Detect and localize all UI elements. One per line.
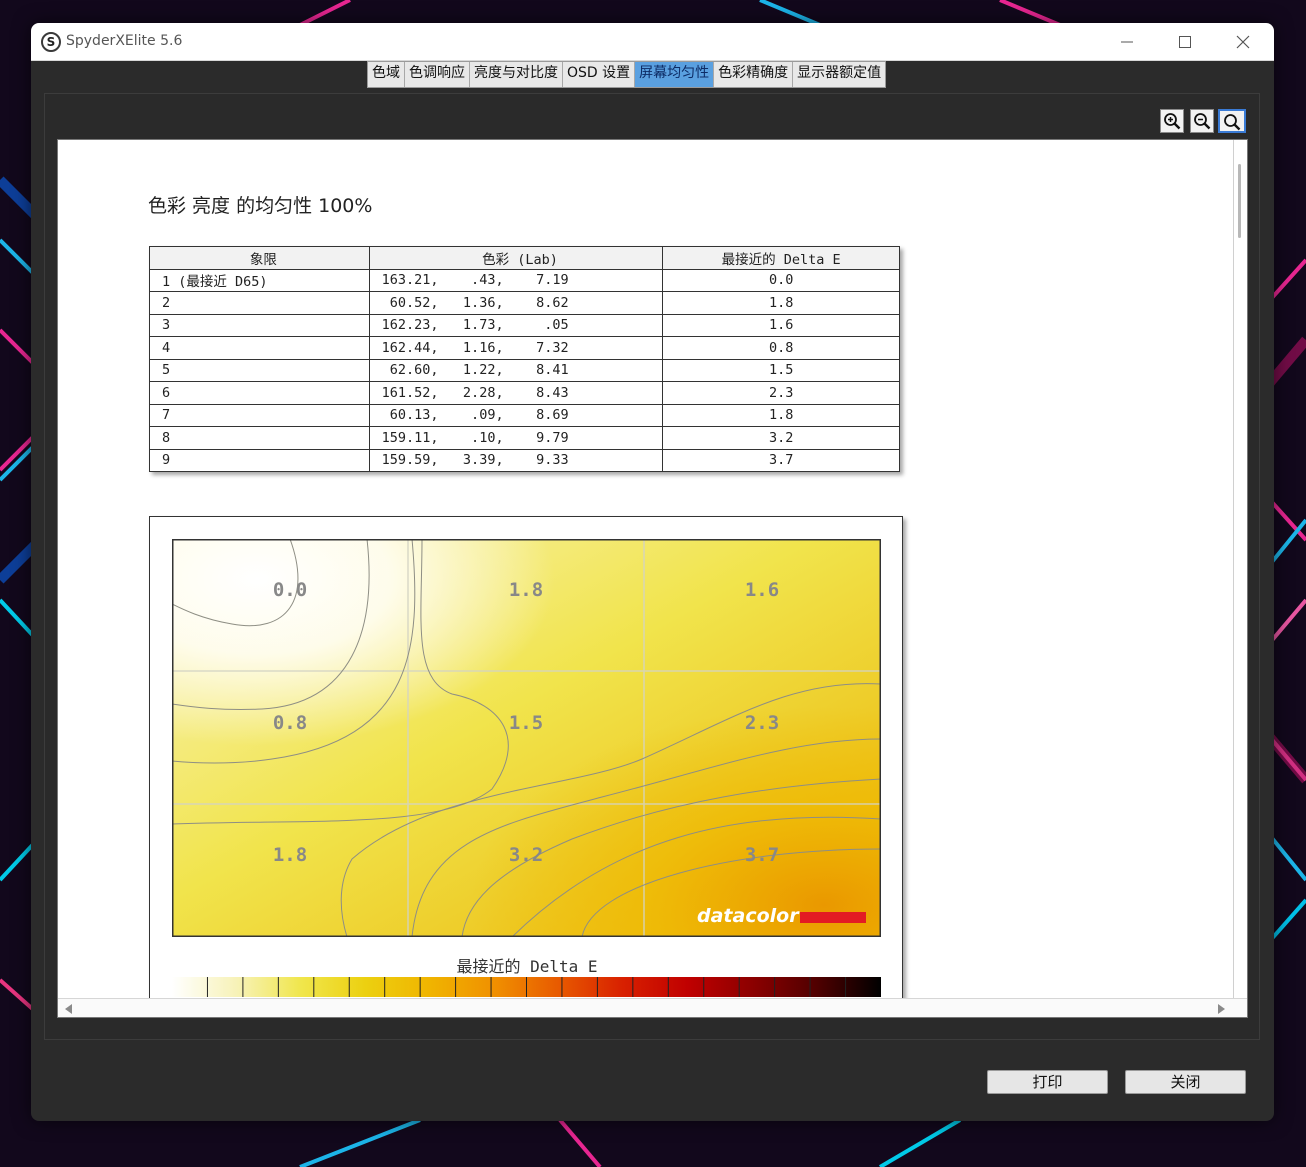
cell-delta-e: 3.7 [662,448,900,472]
table-row: 9 159.59, 3.39, 9.33 3.7 [149,448,900,472]
cell-lab: 60.13, .09, 8.69 [368,403,664,427]
cell-delta-e: 1.8 [662,291,900,315]
table-row: 3 162.23, 1.73, .05 1.6 [149,313,900,337]
uniformity-table: 象限 色彩 (Lab) 最接近的 Delta E 1 (最接近 D65) 163.… [149,246,900,472]
tab-display-rating[interactable]: 显示器额定值 [793,62,886,87]
heatmap-value: 0.0 [273,579,307,601]
heatmap-value: 3.2 [509,844,543,866]
tab-gamut[interactable]: 色域 [368,62,405,87]
heatmap-value: 1.5 [509,712,543,734]
print-button[interactable]: 打印 [987,1070,1108,1094]
tab-screen-uniformity[interactable]: 屏幕均匀性 [635,62,715,87]
table-row: 2 60.52, 1.36, 8.62 1.8 [149,291,900,315]
tab-osd-settings[interactable]: OSD 设置 [563,62,636,87]
heatmap-value: 1.8 [509,579,543,601]
title-bar: S SpyderXElite 5.6 [31,23,1274,61]
cell-lab: 161.52, 2.28, 8.43 [368,381,664,405]
cell-quadrant: 6 [149,381,370,405]
heatmap-value: 2.3 [745,712,779,734]
cell-delta-e: 2.3 [662,381,900,405]
cell-lab: 159.11, .10, 9.79 [368,426,664,450]
uniformity-heatmap: 0.0 1.8 1.6 0.8 1.5 2.3 1.8 3.2 3.7 data… [172,539,881,937]
color-scale-title: 最接近的 Delta E [456,957,598,976]
close-button[interactable]: 关闭 [1125,1070,1246,1094]
cell-lab: 162.23, 1.73, .05 [368,313,664,337]
tab-brightness-contrast[interactable]: 亮度与对比度 [470,62,563,87]
heatmap-value: 1.8 [273,844,307,866]
cell-lab: 62.60, 1.22, 8.41 [368,358,664,382]
minimize-button[interactable] [1098,23,1156,61]
cell-quadrant: 8 [149,426,370,450]
header-quadrant: 象限 [149,246,370,270]
color-scale-bar [172,977,881,997]
scroll-right-arrow-icon[interactable] [1218,1004,1225,1014]
table-header-row: 象限 色彩 (Lab) 最接近的 Delta E [149,246,900,270]
cell-delta-e: 3.2 [662,426,900,450]
heatmap-value: 0.8 [273,712,307,734]
table-row: 4 162.44, 1.16, 7.32 0.8 [149,336,900,360]
zoom-in-icon [1164,113,1181,130]
table-row: 5 62.60, 1.22, 8.41 1.5 [149,358,900,382]
app-window: S SpyderXElite 5.6 色域 色调响应 亮度与对比度 OSD 设置… [31,23,1274,1121]
table-row: 7 60.13, .09, 8.69 1.8 [149,403,900,427]
cell-lab: 159.59, 3.39, 9.33 [368,448,664,472]
tab-tone-response[interactable]: 色调响应 [405,62,470,87]
app-logo-icon: S [41,32,61,52]
minimize-icon [1121,41,1133,43]
datacolor-logo-bar [800,912,866,923]
uniformity-map-panel: 0.0 1.8 1.6 0.8 1.5 2.3 1.8 3.2 3.7 data… [149,516,903,1006]
header-lab: 色彩 (Lab) [368,246,664,270]
zoom-in-button[interactable] [1160,109,1184,133]
heatmap-value: 1.6 [745,579,779,601]
header-delta-e: 最接近的 Delta E [662,246,900,270]
tab-color-accuracy[interactable]: 色彩精确度 [714,62,794,87]
cell-quadrant: 7 [149,403,370,427]
cell-lab: 163.21, .43, 7.19 [368,268,664,292]
heatmap-value: 3.7 [745,844,779,866]
cell-quadrant: 1 (最接近 D65) [149,268,370,292]
tab-bar: 色域 色调响应 亮度与对比度 OSD 设置 屏幕均匀性 色彩精确度 显示器额定值 [367,61,887,88]
window-title: SpyderXElite 5.6 [66,33,183,49]
cell-delta-e: 0.0 [662,268,900,292]
vertical-scroll-thumb[interactable] [1238,164,1241,238]
cell-delta-e: 1.6 [662,313,900,337]
zoom-fit-icon [1224,114,1241,131]
cell-quadrant: 4 [149,336,370,360]
report-title: 色彩 亮度 的均匀性 100% [148,195,373,217]
zoom-out-icon [1194,113,1211,130]
cell-quadrant: 2 [149,291,370,315]
scroll-left-arrow-icon[interactable] [65,1004,72,1014]
table-row: 1 (最接近 D65) 163.21, .43, 7.19 0.0 [149,268,900,292]
vertical-scrollbar[interactable] [1233,140,1247,1000]
close-icon [1236,35,1250,49]
maximize-button[interactable] [1156,23,1214,61]
table-row: 8 159.11, .10, 9.79 3.2 [149,426,900,450]
cell-delta-e: 1.8 [662,403,900,427]
close-window-button[interactable] [1214,23,1272,61]
cell-quadrant: 9 [149,448,370,472]
table-row: 6 161.52, 2.28, 8.43 2.3 [149,381,900,405]
horizontal-scrollbar[interactable] [58,998,1247,1017]
cell-lab: 162.44, 1.16, 7.32 [368,336,664,360]
cell-quadrant: 5 [149,358,370,382]
cell-lab: 60.52, 1.36, 8.62 [368,291,664,315]
report-view[interactable]: 色彩 亮度 的均匀性 100% 象限 色彩 (Lab) 最接近的 Delta E… [57,139,1248,1018]
cell-delta-e: 1.5 [662,358,900,382]
maximize-icon [1179,36,1191,48]
datacolor-logo: datacolor [697,905,800,927]
cell-quadrant: 3 [149,313,370,337]
zoom-fit-button[interactable] [1218,109,1246,133]
cell-delta-e: 0.8 [662,336,900,360]
zoom-out-button[interactable] [1190,109,1214,133]
